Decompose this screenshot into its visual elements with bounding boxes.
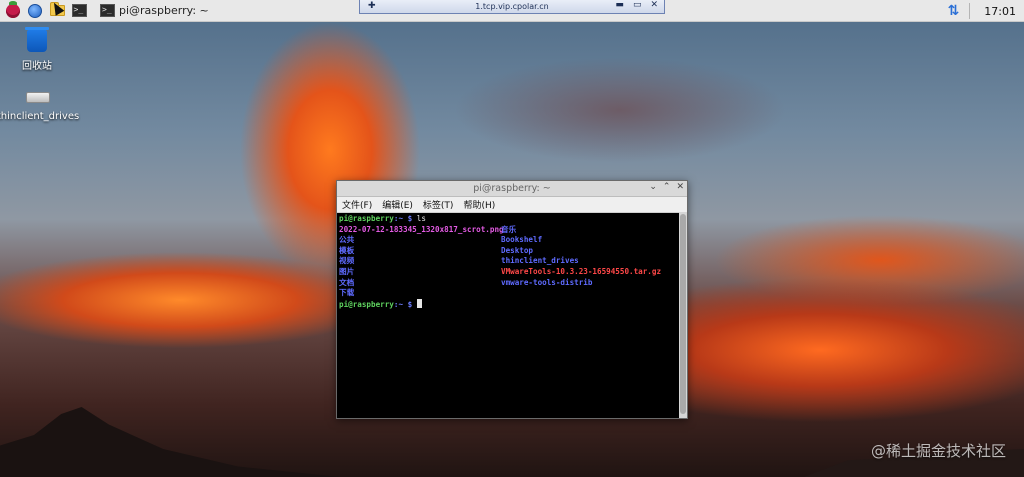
ls-column-1: 2022-07-12-183345_1320x817_scrot.png 公共 模板… [339, 224, 504, 299]
menu-help[interactable]: 帮助(H) [463, 198, 495, 211]
menu-tabs[interactable]: 标签(T) [423, 198, 454, 211]
dir-entry: 下载 [339, 288, 355, 298]
globe-icon [28, 3, 42, 18]
file-entry: 2022-07-12-183345_1320x817_scrot.png [339, 224, 504, 234]
terminal-line-prompt: pi@raspberry:~ $ [339, 298, 677, 311]
remote-minimize-button[interactable]: ▬ [615, 0, 624, 10]
dir-entry: 模板 [339, 245, 355, 255]
prompt-user: pi@raspberry [339, 299, 394, 309]
clock[interactable]: 17:01 [984, 5, 1016, 18]
dir-entry: vmware-tools-distrib [501, 277, 593, 287]
typed-command: ls [412, 214, 426, 223]
tray-divider [969, 3, 971, 19]
desktop-icon-thinclient-drives[interactable]: thinclient_drives [0, 92, 79, 122]
terminal-window: pi@raspberry: ~ ⌄ ⌃ ✕ 文件(F) 编辑(E) 标签(T) … [336, 180, 688, 419]
trash-icon [25, 27, 49, 52]
raspberry-pi-icon [6, 0, 20, 18]
desktop-icon-label: thinclient_drives [0, 111, 80, 122]
watermark: @稀土掘金技术社区 [870, 442, 1006, 460]
remote-bar-controls: ▬ ▭ ✕ [615, 0, 658, 10]
menu-edit[interactable]: 编辑(E) [382, 198, 413, 211]
dir-entry: Desktop [501, 245, 534, 255]
dir-entry: Bookshelf [501, 235, 543, 245]
terminal-output[interactable]: pi@raspberry:~ $ ls 2022-07-12-183345_132… [337, 212, 679, 418]
drive-icon [26, 92, 50, 103]
terminal-menubar: 文件(F) 编辑(E) 标签(T) 帮助(H) [337, 197, 687, 213]
system-tray: ⇅ 17:01 [948, 0, 1024, 22]
terminal-launcher[interactable]: >_ [70, 2, 88, 20]
remote-close-button[interactable]: ✕ [650, 0, 658, 10]
maximize-button[interactable]: ⌃ [663, 182, 671, 192]
taskbar-window-label: pi@raspberry: ~ [119, 4, 209, 17]
web-browser-launcher[interactable] [26, 2, 44, 20]
prompt-path: :~ $ [393, 299, 413, 309]
dir-entry: 公共 [339, 235, 355, 245]
terminal-window-controls: ⌄ ⌃ ✕ [649, 182, 684, 192]
network-icon[interactable]: ⇅ [948, 3, 960, 19]
prompt-path: :~ $ [393, 214, 413, 223]
pin-icon[interactable]: ✚ [368, 1, 376, 11]
ls-column-2: 音乐 Bookshelf Desktop thinclient_drives VMwar… [501, 225, 661, 299]
archive-entry: VMwareTools-10.3.23-16594550.tar.gz [501, 266, 662, 276]
taskbar-window-terminal[interactable]: >_ pi@raspberry: ~ [96, 2, 213, 20]
minimize-button[interactable]: ⌄ [649, 182, 657, 192]
dir-entry: 文档 [339, 277, 355, 287]
terminal-line-command: pi@raspberry:~ $ ls [339, 214, 677, 225]
terminal-icon: >_ [71, 4, 87, 17]
terminal-icon: >_ [100, 4, 115, 17]
background-mountain [0, 407, 340, 477]
remote-host-label: 1.tcp.vip.cpolar.cn [475, 2, 549, 11]
menu-file[interactable]: 文件(F) [342, 198, 372, 211]
desktop-icon-trash[interactable]: 回收站 [16, 27, 58, 72]
text-cursor [416, 298, 422, 308]
scrollbar-thumb[interactable] [680, 214, 686, 414]
dir-entry: 视频 [339, 256, 355, 266]
raspberry-menu-button[interactable] [4, 0, 22, 20]
terminal-titlebar[interactable]: pi@raspberry: ~ ⌄ ⌃ ✕ [337, 181, 687, 197]
dir-entry: 图片 [339, 266, 355, 276]
close-button[interactable]: ✕ [676, 182, 684, 192]
dir-entry: 音乐 [501, 224, 517, 234]
terminal-scrollbar[interactable] [679, 212, 687, 418]
terminal-title: pi@raspberry: ~ [473, 183, 551, 194]
prompt-user: pi@raspberry [339, 214, 394, 223]
ls-output: 2022-07-12-183345_1320x817_scrot.png 公共 模板… [339, 225, 677, 299]
desktop-icon-label: 回收站 [22, 61, 52, 72]
remote-restore-button[interactable]: ▭ [633, 0, 642, 10]
dir-entry: thinclient_drives [501, 256, 579, 266]
remote-connection-bar: ✚ 1.tcp.vip.cpolar.cn ▬ ▭ ✕ [359, 0, 665, 14]
